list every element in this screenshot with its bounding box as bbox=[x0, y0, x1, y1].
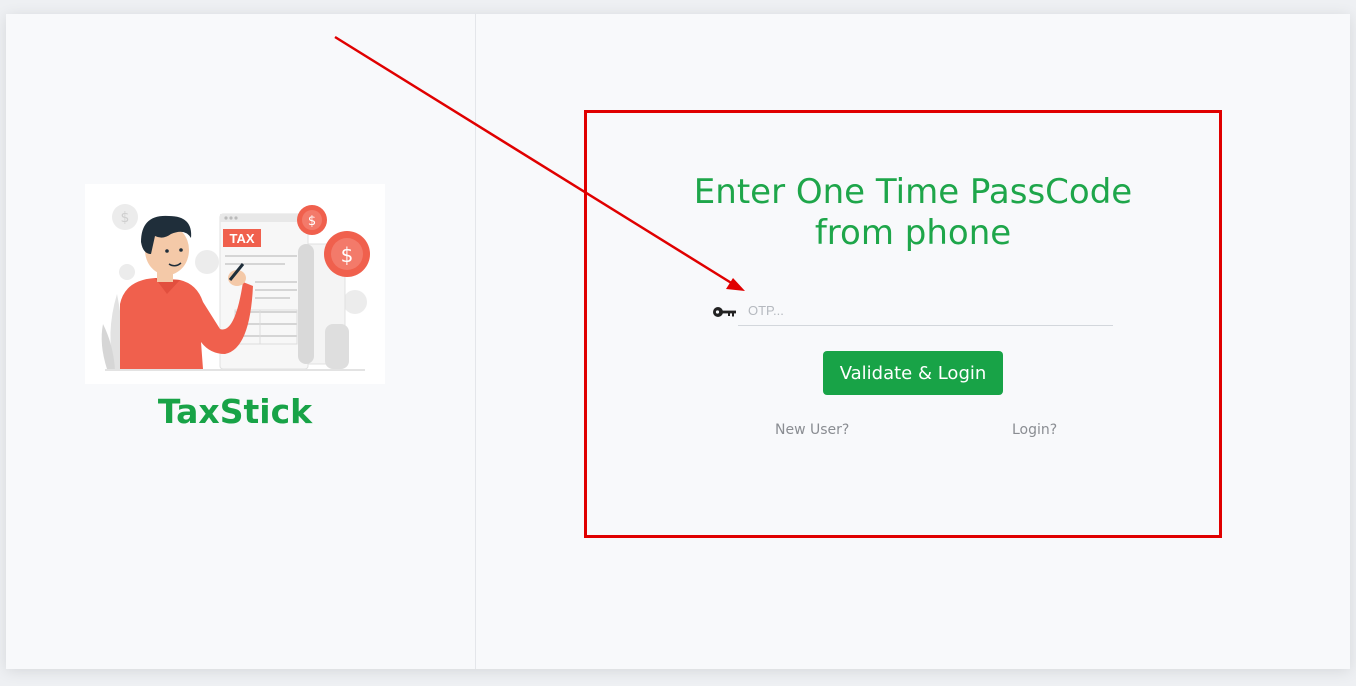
svg-text:$: $ bbox=[121, 210, 130, 226]
tax-illustration: $ TAX $ $ bbox=[85, 184, 385, 384]
coin-icon: $ bbox=[112, 204, 138, 230]
svg-text:$: $ bbox=[341, 243, 354, 267]
highlight-box bbox=[584, 110, 1222, 538]
brand-name: TaxStick bbox=[157, 392, 313, 431]
dollar-coin-icon: $ bbox=[297, 205, 327, 235]
dollar-coin-icon: $ bbox=[324, 231, 370, 277]
svg-text:$: $ bbox=[308, 214, 316, 229]
tax-badge-text: TAX bbox=[229, 231, 254, 246]
